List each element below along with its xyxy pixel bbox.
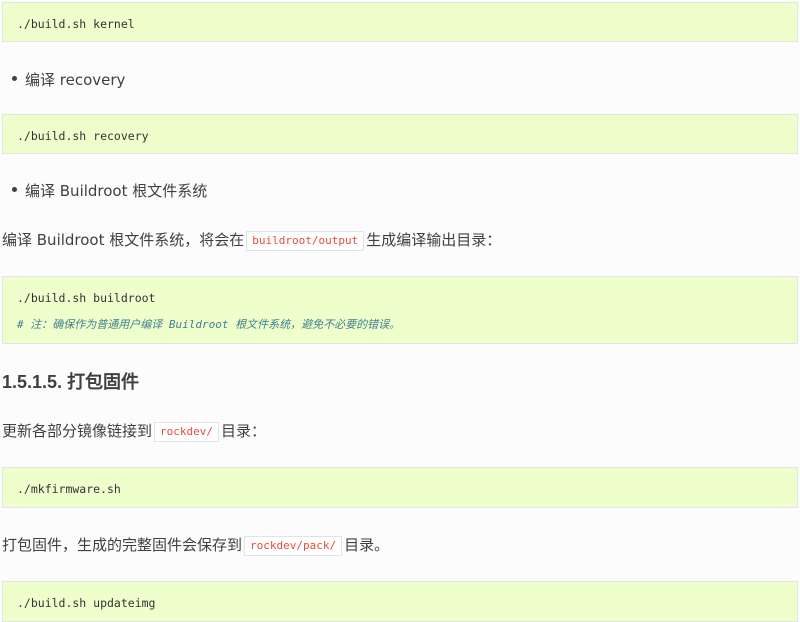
bullet-icon (12, 187, 17, 192)
code-block-buildroot: ./build.sh buildroot # 注：确保作为普通用户编译 Buil… (2, 276, 798, 344)
code-comment: # 注：确保作为普通用户编译 Buildroot 根文件系统，避免不必要的错误。 (17, 318, 401, 331)
code-line: ./build.sh kernel (17, 17, 135, 31)
list-item-label: 编译 recovery (25, 71, 126, 89)
inline-code-buildroot-output: buildroot/output (246, 231, 365, 251)
code-block-updateimg: ./build.sh updateimg (2, 581, 798, 622)
paragraph-text: 目录： (221, 422, 267, 440)
list-item-buildroot: 编译 Buildroot 根文件系统 (12, 181, 207, 201)
code-line: ./mkfirmware.sh (17, 482, 121, 496)
paragraph-updateimg: 打包固件，生成的完整固件会保存到 rockdev/pack/目录。 (2, 535, 389, 556)
paragraph-text: 更新各部分镜像链接到 (2, 422, 153, 440)
bullet-icon (12, 76, 17, 81)
paragraph-mkfirmware: 更新各部分镜像链接到 rockdev/目录： (2, 421, 266, 442)
paragraph-text: 打包固件，生成的完整固件会保存到 (2, 536, 243, 554)
inline-code-rockdev: rockdev/ (154, 422, 219, 442)
code-block-recovery: ./build.sh recovery (2, 114, 798, 154)
heading-title: 打包固件 (67, 372, 140, 392)
code-line: ./build.sh buildroot (17, 291, 156, 305)
inline-code-rockdev-pack: rockdev/pack/ (244, 536, 343, 556)
paragraph-text: 编译 Buildroot 根文件系统，将会在 (2, 231, 245, 249)
code-block-mkfirmware: ./mkfirmware.sh (2, 467, 798, 508)
heading-number: 1.5.1.5. (2, 372, 63, 392)
code-block-kernel: ./build.sh kernel (2, 2, 798, 42)
code-line: ./build.sh updateimg (17, 596, 156, 610)
paragraph-buildroot-output: 编译 Buildroot 根文件系统，将会在 buildroot/output 生成… (2, 230, 501, 251)
paragraph-text: 目录。 (344, 536, 390, 554)
list-item-recovery: 编译 recovery (12, 70, 125, 90)
list-item-label: 编译 Buildroot 根文件系统 (25, 182, 208, 200)
section-heading: 1.5.1.5. 打包固件 (2, 370, 139, 394)
paragraph-text: 生成编译输出目录： (366, 231, 502, 249)
code-line: ./build.sh recovery (17, 129, 149, 143)
